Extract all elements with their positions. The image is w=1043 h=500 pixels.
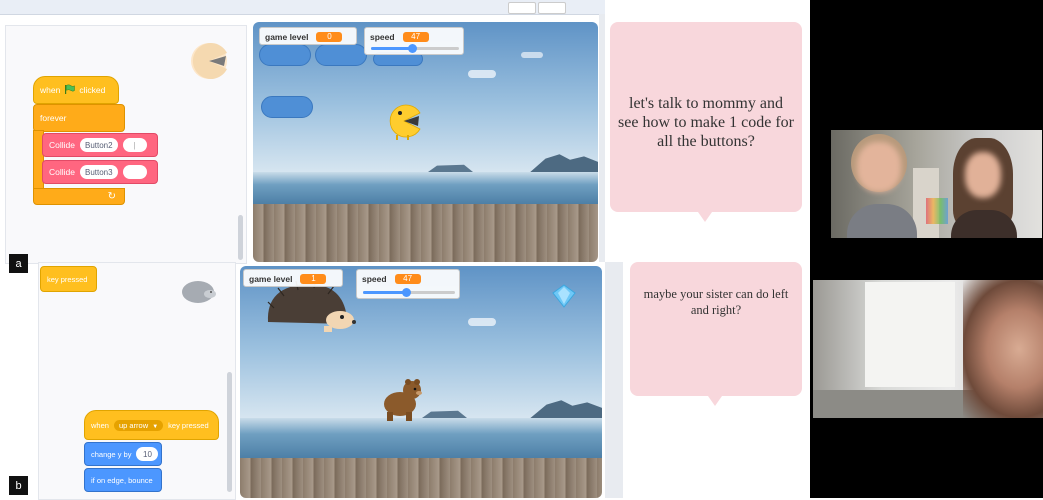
speed-monitor: speed 47 [356, 269, 460, 299]
speed-slider[interactable] [363, 288, 455, 297]
stage-sea [240, 418, 602, 458]
stage-side-strip [599, 14, 605, 262]
speed-label: speed [370, 32, 395, 42]
stage-size-button[interactable] [508, 2, 536, 14]
collide-empty-input[interactable] [122, 165, 147, 179]
video-tile-participants[interactable] [831, 130, 1042, 238]
loop-arrow-icon: ↻ [107, 191, 116, 202]
game-level-value: 0 [316, 32, 343, 42]
button-sprite[interactable] [259, 44, 311, 66]
person-right [951, 138, 1017, 238]
person-edge [963, 280, 1043, 418]
key-pressed-block[interactable]: key pressed [40, 266, 97, 292]
change-y-input[interactable]: 10 [136, 447, 159, 461]
hat-when-label: when [40, 85, 61, 95]
collide-label: Collide [49, 167, 75, 177]
key-pressed-label: key pressed [47, 274, 88, 284]
forever-footer: ↻ [33, 188, 125, 205]
panel-a: when clicked forever ↻ Collide Button2 |… [0, 0, 810, 273]
workspace-scrollbar[interactable] [227, 372, 232, 492]
speed-slider-fill [363, 291, 407, 294]
green-flag-icon [64, 84, 76, 97]
person-left [847, 134, 917, 238]
bear-sprite-icon[interactable] [380, 376, 424, 422]
chat-bubble-a: let's talk to mommy and see how to make … [610, 22, 802, 212]
forever-block[interactable]: forever [33, 104, 125, 132]
collide-button3-block[interactable]: Collide Button3 [42, 160, 158, 184]
wall-art [926, 198, 948, 224]
hat-when-label: when [91, 420, 109, 430]
change-y-block[interactable]: change y by 10 [84, 442, 162, 466]
window-light [865, 282, 955, 387]
stage-deck [253, 204, 598, 262]
game-level-label: game level [265, 32, 309, 42]
game-level-value: 1 [300, 274, 327, 284]
button-sprite[interactable] [315, 44, 367, 66]
chat-bubble-tail [698, 212, 712, 222]
workspace-scrollbar[interactable] [238, 215, 243, 260]
collide-arg-input[interactable]: Button3 [80, 165, 118, 179]
speed-slider-fill [371, 47, 413, 50]
button-sprite[interactable] [261, 96, 313, 118]
speed-slider-knob[interactable] [407, 44, 417, 53]
chat-bubble-text: maybe your sister can do left and right? [643, 287, 789, 318]
when-flag-clicked-block[interactable]: when clicked [33, 76, 119, 104]
key-dropdown[interactable]: up arrow ▼ [113, 419, 164, 431]
speed-value: 47 [402, 32, 429, 42]
stage-b[interactable]: game level 1 speed 47 [240, 266, 602, 498]
game-level-monitor: game level 1 [243, 269, 343, 287]
change-y-label: change y by [91, 449, 132, 459]
pacman-sprite-icon[interactable] [387, 104, 421, 140]
bounce-label: if on edge, bounce [91, 475, 153, 485]
key-dropdown-value: up arrow [118, 420, 149, 430]
stage-clouds [521, 52, 543, 58]
fullscreen-button[interactable] [538, 2, 566, 14]
collide-arg-input[interactable]: Button2 [80, 138, 118, 152]
panel-b: key pressed when up arrow ▼ key pressed … [0, 262, 810, 500]
stage-deck [240, 458, 602, 498]
speed-monitor: speed 47 [364, 27, 464, 55]
hat-key-pressed-label: key pressed [168, 420, 209, 430]
chat-bubble-text: let's talk to mommy and see how to make … [618, 95, 794, 151]
video-call-area [810, 0, 1043, 498]
pacman-sprite-icon [190, 42, 228, 80]
dropdown-arrow-icon: ▼ [152, 423, 159, 430]
stage-sea [253, 172, 598, 204]
collide-button2-block[interactable]: Collide Button2 | [42, 133, 158, 157]
forever-label: forever [40, 113, 67, 123]
bounce-block[interactable]: if on edge, bounce [84, 468, 162, 492]
stage-clouds [468, 70, 496, 78]
speed-slider[interactable] [371, 44, 459, 53]
hat-clicked-label: clicked [79, 85, 106, 95]
stage-side-strip [605, 262, 623, 498]
stage-clouds [468, 318, 496, 326]
collide-label: Collide [49, 140, 75, 150]
collide-empty-input[interactable]: | [122, 138, 147, 152]
panel-tag-b: b [9, 476, 28, 495]
speed-slider-knob[interactable] [401, 288, 411, 297]
speed-value: 47 [394, 274, 421, 284]
video-tile-child[interactable] [813, 280, 1043, 418]
when-key-pressed-block[interactable]: when up arrow ▼ key pressed [84, 410, 219, 440]
speed-label: speed [362, 274, 387, 284]
diamond-sprite-icon[interactable] [552, 284, 576, 308]
chat-bubble-tail [708, 396, 722, 406]
chat-bubble-b: maybe your sister can do left and right? [630, 262, 802, 396]
stage-a[interactable]: game level 0 speed 47 [253, 22, 598, 262]
hedgehog-sprite-icon [180, 276, 218, 306]
game-level-label: game level [249, 274, 293, 284]
game-level-monitor: game level 0 [259, 27, 357, 45]
